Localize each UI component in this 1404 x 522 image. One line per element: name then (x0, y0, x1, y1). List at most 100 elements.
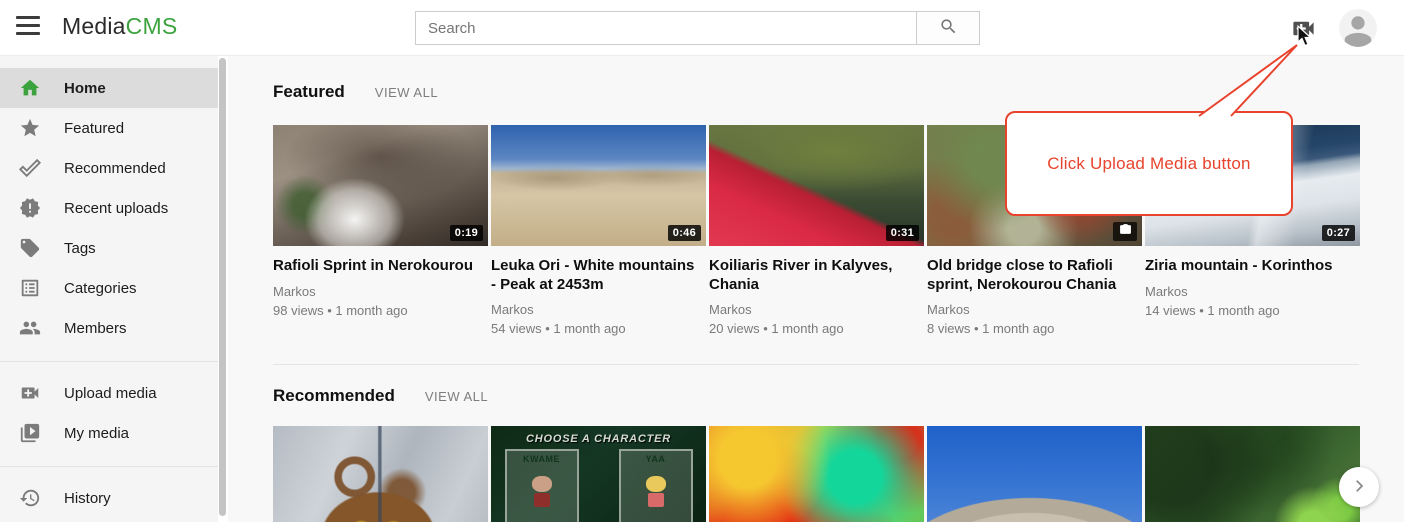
search-input[interactable] (415, 11, 917, 45)
video-author[interactable]: Markos (273, 284, 488, 299)
duration-badge: 0:46 (668, 225, 701, 241)
section-divider (273, 364, 1359, 365)
check-icon (18, 156, 42, 180)
video-author[interactable]: Markos (491, 302, 706, 317)
section-title-recommended: Recommended (273, 386, 395, 406)
recommended-cards-row: CHOOSE A CHARACTER KWAME Selected (273, 426, 1404, 522)
duration-badge: 0:31 (886, 225, 919, 241)
media-card[interactable]: CHOOSE A CHARACTER KWAME Selected (491, 426, 706, 522)
search-button[interactable] (916, 11, 980, 45)
sidebar-label: My media (64, 425, 129, 442)
camera-badge (1113, 222, 1137, 241)
sidebar-item-recommended[interactable]: Recommended (0, 148, 218, 188)
mediacms-page: MediaCMS Home Featur (0, 0, 1404, 522)
video-meta: 54 views • 1 month ago (491, 321, 706, 336)
video-thumbnail[interactable] (709, 426, 924, 522)
sidebar-label: History (64, 490, 111, 507)
video-meta: 20 views • 1 month ago (709, 321, 924, 336)
video-title[interactable]: Old bridge close to Rafioli sprint, Nero… (927, 257, 1142, 294)
media-card[interactable] (273, 426, 488, 522)
members-icon (18, 316, 42, 340)
logo-suffix: CMS (126, 13, 178, 39)
sidebar-divider (0, 466, 218, 467)
video-library-icon (18, 421, 42, 445)
game-character-name: YAA (646, 454, 666, 464)
scrollbar-thumb[interactable] (219, 58, 226, 516)
video-thumbnail[interactable]: CHOOSE A CHARACTER KWAME Selected (491, 426, 706, 522)
top-bar: MediaCMS (0, 0, 1404, 56)
video-title[interactable]: Rafioli Sprint in Nerokourou (273, 257, 488, 276)
person-icon (1339, 35, 1377, 47)
logo-prefix: Media (62, 13, 126, 39)
tour-tooltip-text: Click Upload Media button (1047, 154, 1250, 174)
media-card[interactable] (1145, 426, 1360, 522)
sidebar-item-categories[interactable]: Categories (0, 268, 218, 308)
sidebar-label: Recent uploads (64, 200, 168, 217)
character-sprite (645, 476, 667, 510)
sidebar-label: Home (64, 80, 106, 97)
sidebar-item-home[interactable]: Home (0, 68, 218, 108)
video-title[interactable]: Koiliaris River in Kalyves, Chania (709, 257, 924, 294)
video-call-icon (18, 381, 42, 405)
video-call-icon (1290, 30, 1317, 45)
search-bar (415, 11, 980, 45)
video-thumbnail[interactable]: 0:31 (709, 125, 924, 246)
menu-button[interactable] (15, 16, 41, 40)
video-author[interactable]: Markos (709, 302, 924, 317)
video-title[interactable]: Ziria mountain - Korinthos (1145, 257, 1360, 276)
sidebar-item-recent-uploads[interactable]: Recent uploads (0, 188, 218, 228)
video-thumbnail[interactable]: 0:19 (273, 125, 488, 246)
sidebar: Home Featured Recommended Recent uploads… (0, 56, 218, 522)
new-releases-icon (18, 196, 42, 220)
mediacms-logo[interactable]: MediaCMS (62, 13, 177, 40)
user-avatar-button[interactable] (1339, 9, 1377, 47)
sidebar-label: Upload media (64, 385, 157, 402)
video-author[interactable]: Markos (927, 302, 1142, 317)
sidebar-item-members[interactable]: Members (0, 308, 218, 348)
sidebar-item-featured[interactable]: Featured (0, 108, 218, 148)
media-card[interactable]: 0:31 Koiliaris River in Kalyves, Chania … (709, 125, 924, 336)
hamburger-icon (16, 16, 40, 19)
duration-badge: 0:27 (1322, 225, 1355, 241)
duration-badge: 0:19 (450, 225, 483, 241)
camera-icon (1119, 223, 1132, 241)
history-icon (18, 486, 42, 510)
game-thumbnail-overlay: CHOOSE A CHARACTER KWAME Selected (491, 426, 706, 522)
sidebar-label: Members (64, 320, 127, 337)
video-thumbnail[interactable] (927, 426, 1142, 522)
media-card[interactable]: 0:46 Leuka Ori - White mountains - Peak … (491, 125, 706, 336)
featured-view-all-link[interactable]: VIEW ALL (375, 85, 438, 100)
search-icon (939, 17, 958, 39)
sidebar-item-my-media[interactable]: My media (0, 413, 218, 453)
video-author[interactable]: Markos (1145, 284, 1360, 299)
recommended-view-all-link[interactable]: VIEW ALL (425, 389, 488, 404)
game-character-name: KWAME (523, 454, 560, 464)
sidebar-item-history[interactable]: History (0, 478, 218, 518)
section-title-featured: Featured (273, 82, 345, 102)
upload-media-button[interactable] (1289, 15, 1317, 43)
sidebar-scrollbar[interactable] (218, 56, 228, 522)
video-meta: 98 views • 1 month ago (273, 303, 488, 318)
video-thumbnail[interactable] (273, 426, 488, 522)
home-icon (18, 76, 42, 100)
game-character-panel: YAA Select (619, 449, 693, 522)
character-sprite (531, 476, 553, 510)
media-card[interactable]: 0:19 Rafioli Sprint in Nerokourou Markos… (273, 125, 488, 336)
tag-icon (18, 236, 42, 260)
media-card[interactable] (709, 426, 924, 522)
sidebar-label: Tags (64, 240, 96, 257)
sidebar-item-tags[interactable]: Tags (0, 228, 218, 268)
video-thumbnail[interactable]: 0:46 (491, 125, 706, 246)
video-meta: 14 views • 1 month ago (1145, 303, 1360, 318)
video-thumbnail[interactable] (1145, 426, 1360, 522)
sidebar-label: Categories (64, 280, 137, 297)
carousel-next-button[interactable] (1339, 467, 1379, 507)
chevron-right-icon (1350, 477, 1368, 498)
video-title[interactable]: Leuka Ori - White mountains - Peak at 24… (491, 257, 706, 294)
video-meta: 8 views • 1 month ago (927, 321, 1142, 336)
sidebar-label: Featured (64, 120, 124, 137)
recommended-section: Recommended VIEW ALL CHOOSE A CHARACTER … (273, 386, 1404, 522)
media-card[interactable] (927, 426, 1142, 522)
game-character-panel: KWAME Selected (505, 449, 579, 522)
sidebar-item-upload-media[interactable]: Upload media (0, 373, 218, 413)
